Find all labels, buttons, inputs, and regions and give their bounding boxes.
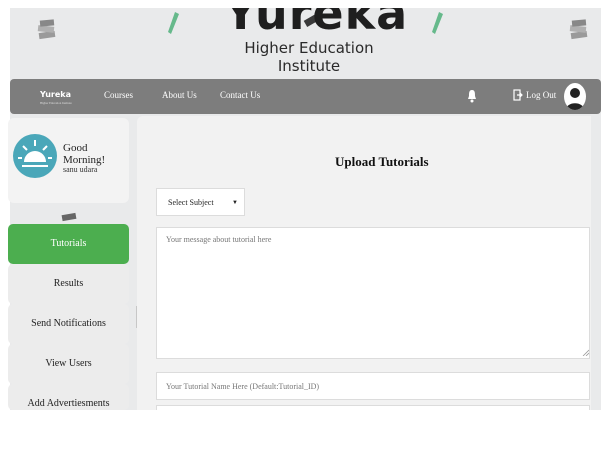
tutorial-message-textarea[interactable] [156,227,590,359]
logout-icon [513,89,523,101]
sidebar-item-tutorials[interactable]: Tutorials [8,224,129,264]
pencil-icon [432,12,443,34]
logout-button[interactable]: Log Out [513,89,556,101]
pencil-icon [168,12,179,34]
sun-icon [13,134,57,178]
nav-logo[interactable]: Yureka [40,90,71,99]
nav-link-courses[interactable]: Courses [104,90,133,100]
nav-logo-subtitle: Higher Education Institute [40,101,72,105]
logo-wordmark: Yureka [224,8,409,40]
bell-icon[interactable] [467,89,477,103]
page-title: Upload Tutorials [335,154,429,169]
greeting-text: Good Morning! [63,142,106,166]
navbar: Yureka Higher Education Institute Course… [10,79,601,114]
next-field-partial[interactable] [156,405,590,410]
sidebar-item-results[interactable]: Results [8,264,129,304]
user-icon [566,88,584,110]
dropdown-caret-icon: ▼ [232,200,238,206]
sidebar-item-view-users[interactable]: View Users [8,344,129,384]
username-text: sanu udara [63,165,98,174]
book-stack-icon [569,19,588,40]
banner: Yureka Higher Education Institute [10,8,601,80]
subject-select-value: Select Subject [168,198,214,207]
sidebar-item-send-notifications[interactable]: Send Notifications [8,304,129,344]
sidebar-item-add-advertisements[interactable]: Add Advertiesments [8,384,129,410]
logo-subtitle: Higher Education Institute [244,39,374,75]
profile-card: Good Morning! sanu udara [8,118,129,203]
subject-select[interactable]: Select Subject ▼ [156,188,245,216]
resize-handle-icon[interactable] [582,349,589,356]
avatar[interactable] [564,83,586,110]
tutorial-name-input[interactable] [156,372,590,400]
book-stack-icon [37,19,56,40]
logout-label: Log Out [526,90,557,100]
nav-link-about[interactable]: About Us [162,90,197,100]
book-stack-icon [61,212,77,222]
nav-link-contact[interactable]: Contact Us [220,90,260,100]
